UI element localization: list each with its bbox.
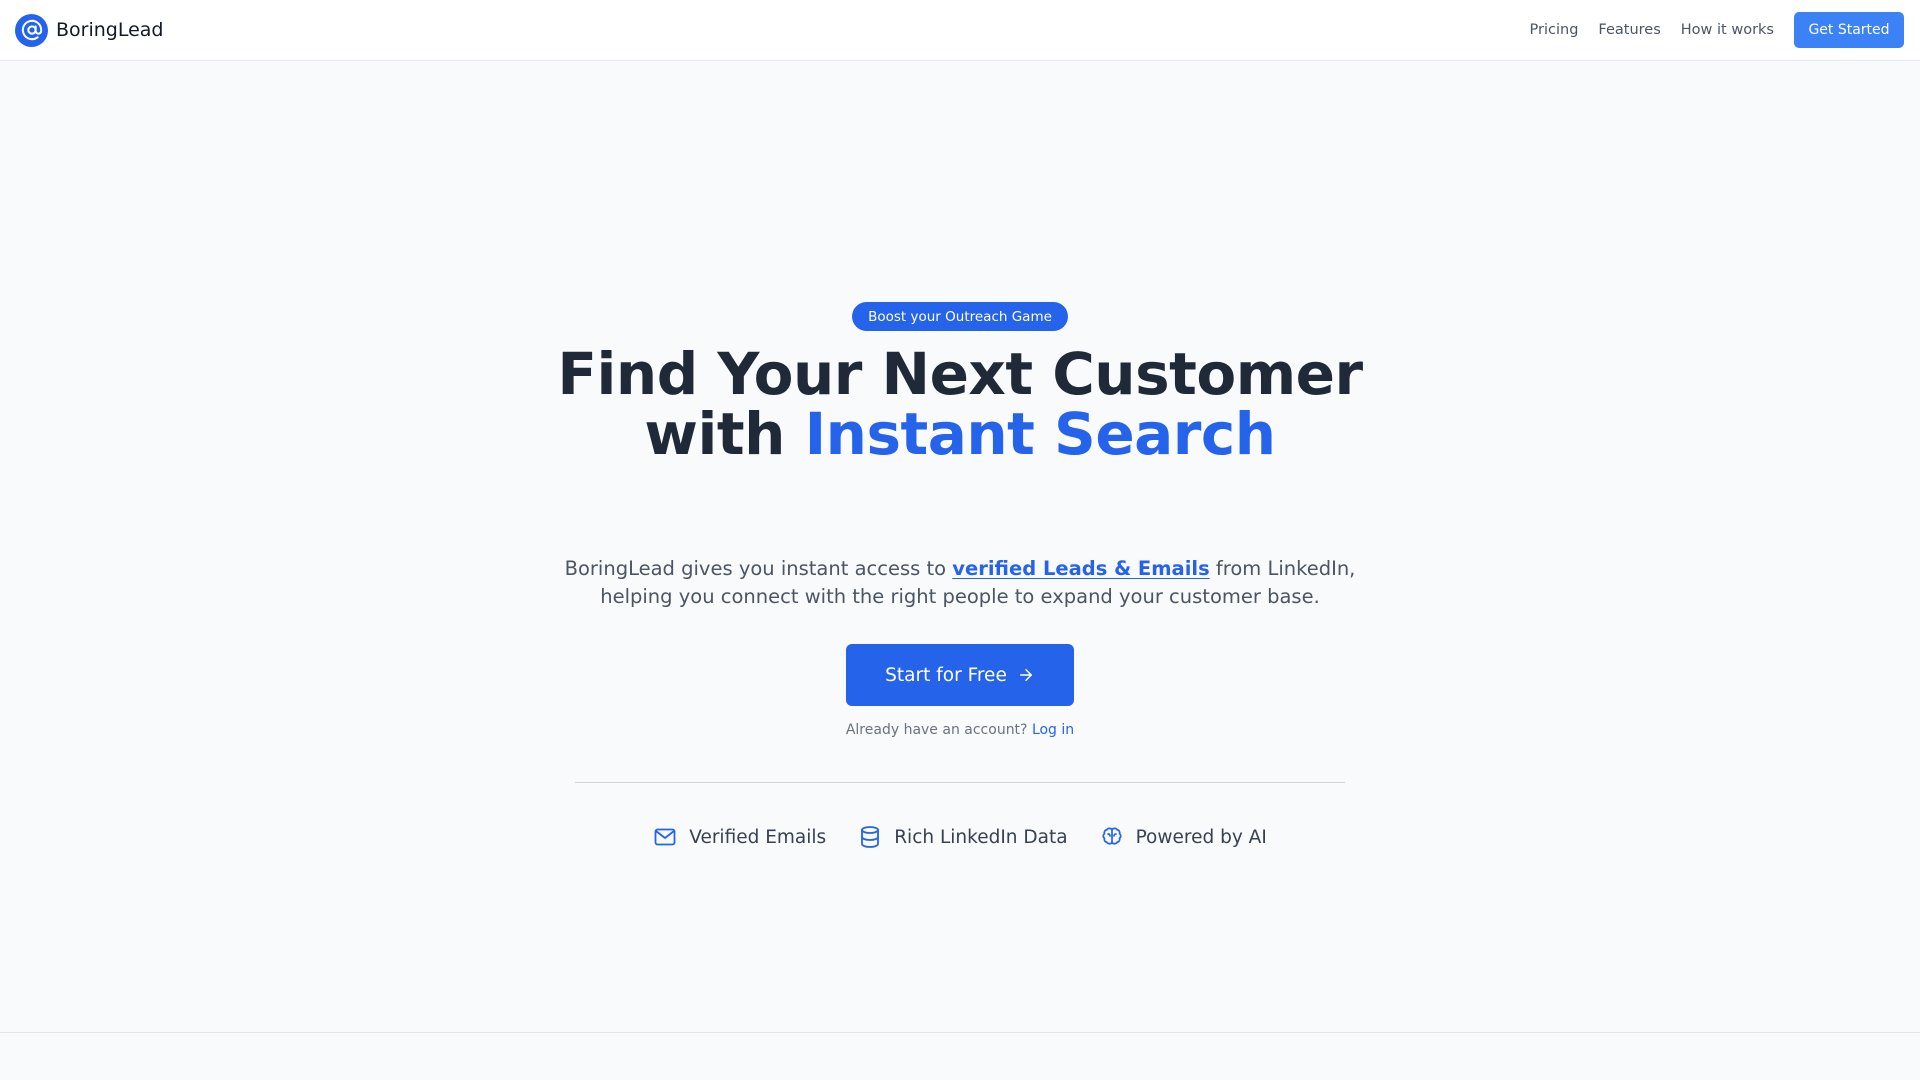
hero-headline: Find Your Next Customer with Instant Sea… — [460, 344, 1460, 464]
feature-item-powered-by-ai: Powered by AI — [1100, 825, 1267, 849]
login-prompt-text: Already have an account? — [845, 722, 1028, 738]
nav-link-features[interactable]: Features — [1598, 22, 1660, 38]
feature-item-verified-emails: Verified Emails — [653, 825, 826, 849]
feature-item-rich-linkedin-data: Rich LinkedIn Data — [858, 825, 1068, 849]
nav-link-how-it-works[interactable]: How it works — [1681, 22, 1774, 38]
subtext-before: BoringLead gives you instant access to — [564, 557, 953, 580]
login-prompt: Already have an account? Log in — [660, 722, 1260, 738]
footer-area — [0, 1033, 1920, 1080]
nav-link-pricing[interactable]: Pricing — [1530, 22, 1579, 38]
start-for-free-button[interactable]: Start for Free — [846, 644, 1074, 706]
feature-label: Powered by AI — [1135, 826, 1267, 848]
verified-leads-link[interactable]: verified Leads & Emails — [952, 557, 1209, 580]
mail-icon — [653, 825, 677, 849]
nav-links: Pricing Features How it works Get Starte… — [1530, 12, 1904, 48]
hero-subtext: BoringLead gives you instant access to v… — [560, 555, 1360, 611]
feature-label: Verified Emails — [689, 826, 827, 848]
brand-logo-link[interactable]: BoringLead — [15, 13, 164, 47]
brand-name: BoringLead — [56, 19, 164, 41]
log-in-link[interactable]: Log in — [1032, 722, 1074, 738]
headline-line-1: Find Your Next Customer — [557, 340, 1363, 408]
start-for-free-label: Start for Free — [885, 664, 1007, 686]
feature-label: Rich LinkedIn Data — [894, 826, 1068, 848]
at-sign-icon — [15, 13, 48, 47]
arrow-right-icon — [1017, 666, 1035, 684]
hero-badge: Boost your Outreach Game — [852, 302, 1068, 331]
hero-section: Boost your Outreach Game Find Your Next … — [0, 61, 1920, 1033]
database-icon — [858, 825, 882, 849]
section-divider — [575, 782, 1345, 783]
headline-line-2-prefix: with — [644, 400, 805, 468]
headline-accent: Instant Search — [804, 400, 1277, 468]
get-started-button[interactable]: Get Started — [1794, 12, 1904, 48]
feature-list: Verified Emails Rich LinkedIn Data Power… — [575, 821, 1345, 853]
top-navbar: BoringLead Pricing Features How it works… — [0, 0, 1920, 61]
brain-icon — [1100, 825, 1124, 849]
